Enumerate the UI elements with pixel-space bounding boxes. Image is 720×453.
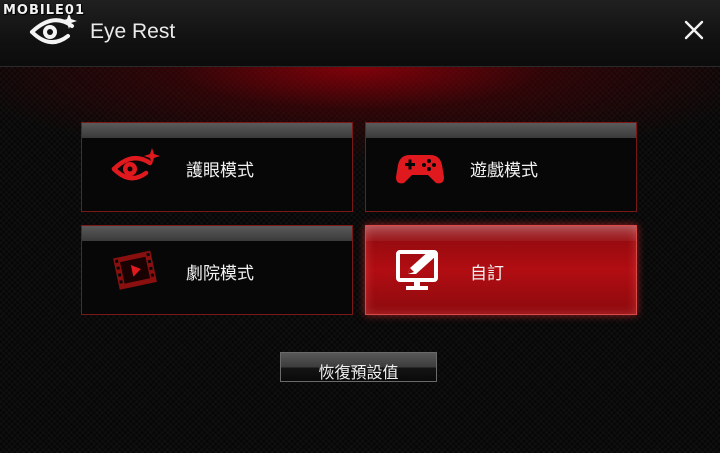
mode-tile-theater[interactable]: 劇院模式 (81, 225, 353, 315)
window-title: Eye Rest (90, 20, 176, 43)
title-bar: Eye Rest (0, 0, 720, 67)
mode-tile-game[interactable]: 遊戲模式 (365, 122, 637, 212)
eye-care-icon (111, 148, 160, 181)
reset-defaults-button[interactable]: 恢復預設值 (280, 352, 437, 382)
mode-label-game: 遊戲模式 (470, 161, 538, 181)
mode-tile-eye-care[interactable]: 護眼模式 (81, 122, 353, 212)
mode-tile-custom[interactable]: 自訂 (365, 225, 637, 315)
eye-rest-window: MOBILE01 Eye Rest 護眼模式 遊戲模式 劇院模式 自訂 恢復預設… (0, 0, 720, 453)
mode-label-theater: 劇院模式 (186, 264, 254, 284)
watermark: MOBILE01 (3, 3, 85, 18)
mode-panel: 護眼模式 遊戲模式 劇院模式 自訂 恢復預設值 (0, 67, 720, 453)
mode-label-custom: 自訂 (470, 264, 504, 284)
close-icon[interactable] (680, 16, 708, 44)
mode-label-eye-care: 護眼模式 (186, 161, 254, 181)
film-strip-icon (113, 250, 157, 290)
monitor-edit-icon (396, 250, 438, 290)
reset-defaults-label: 恢復預設值 (318, 363, 399, 382)
gamepad-icon (396, 155, 444, 184)
